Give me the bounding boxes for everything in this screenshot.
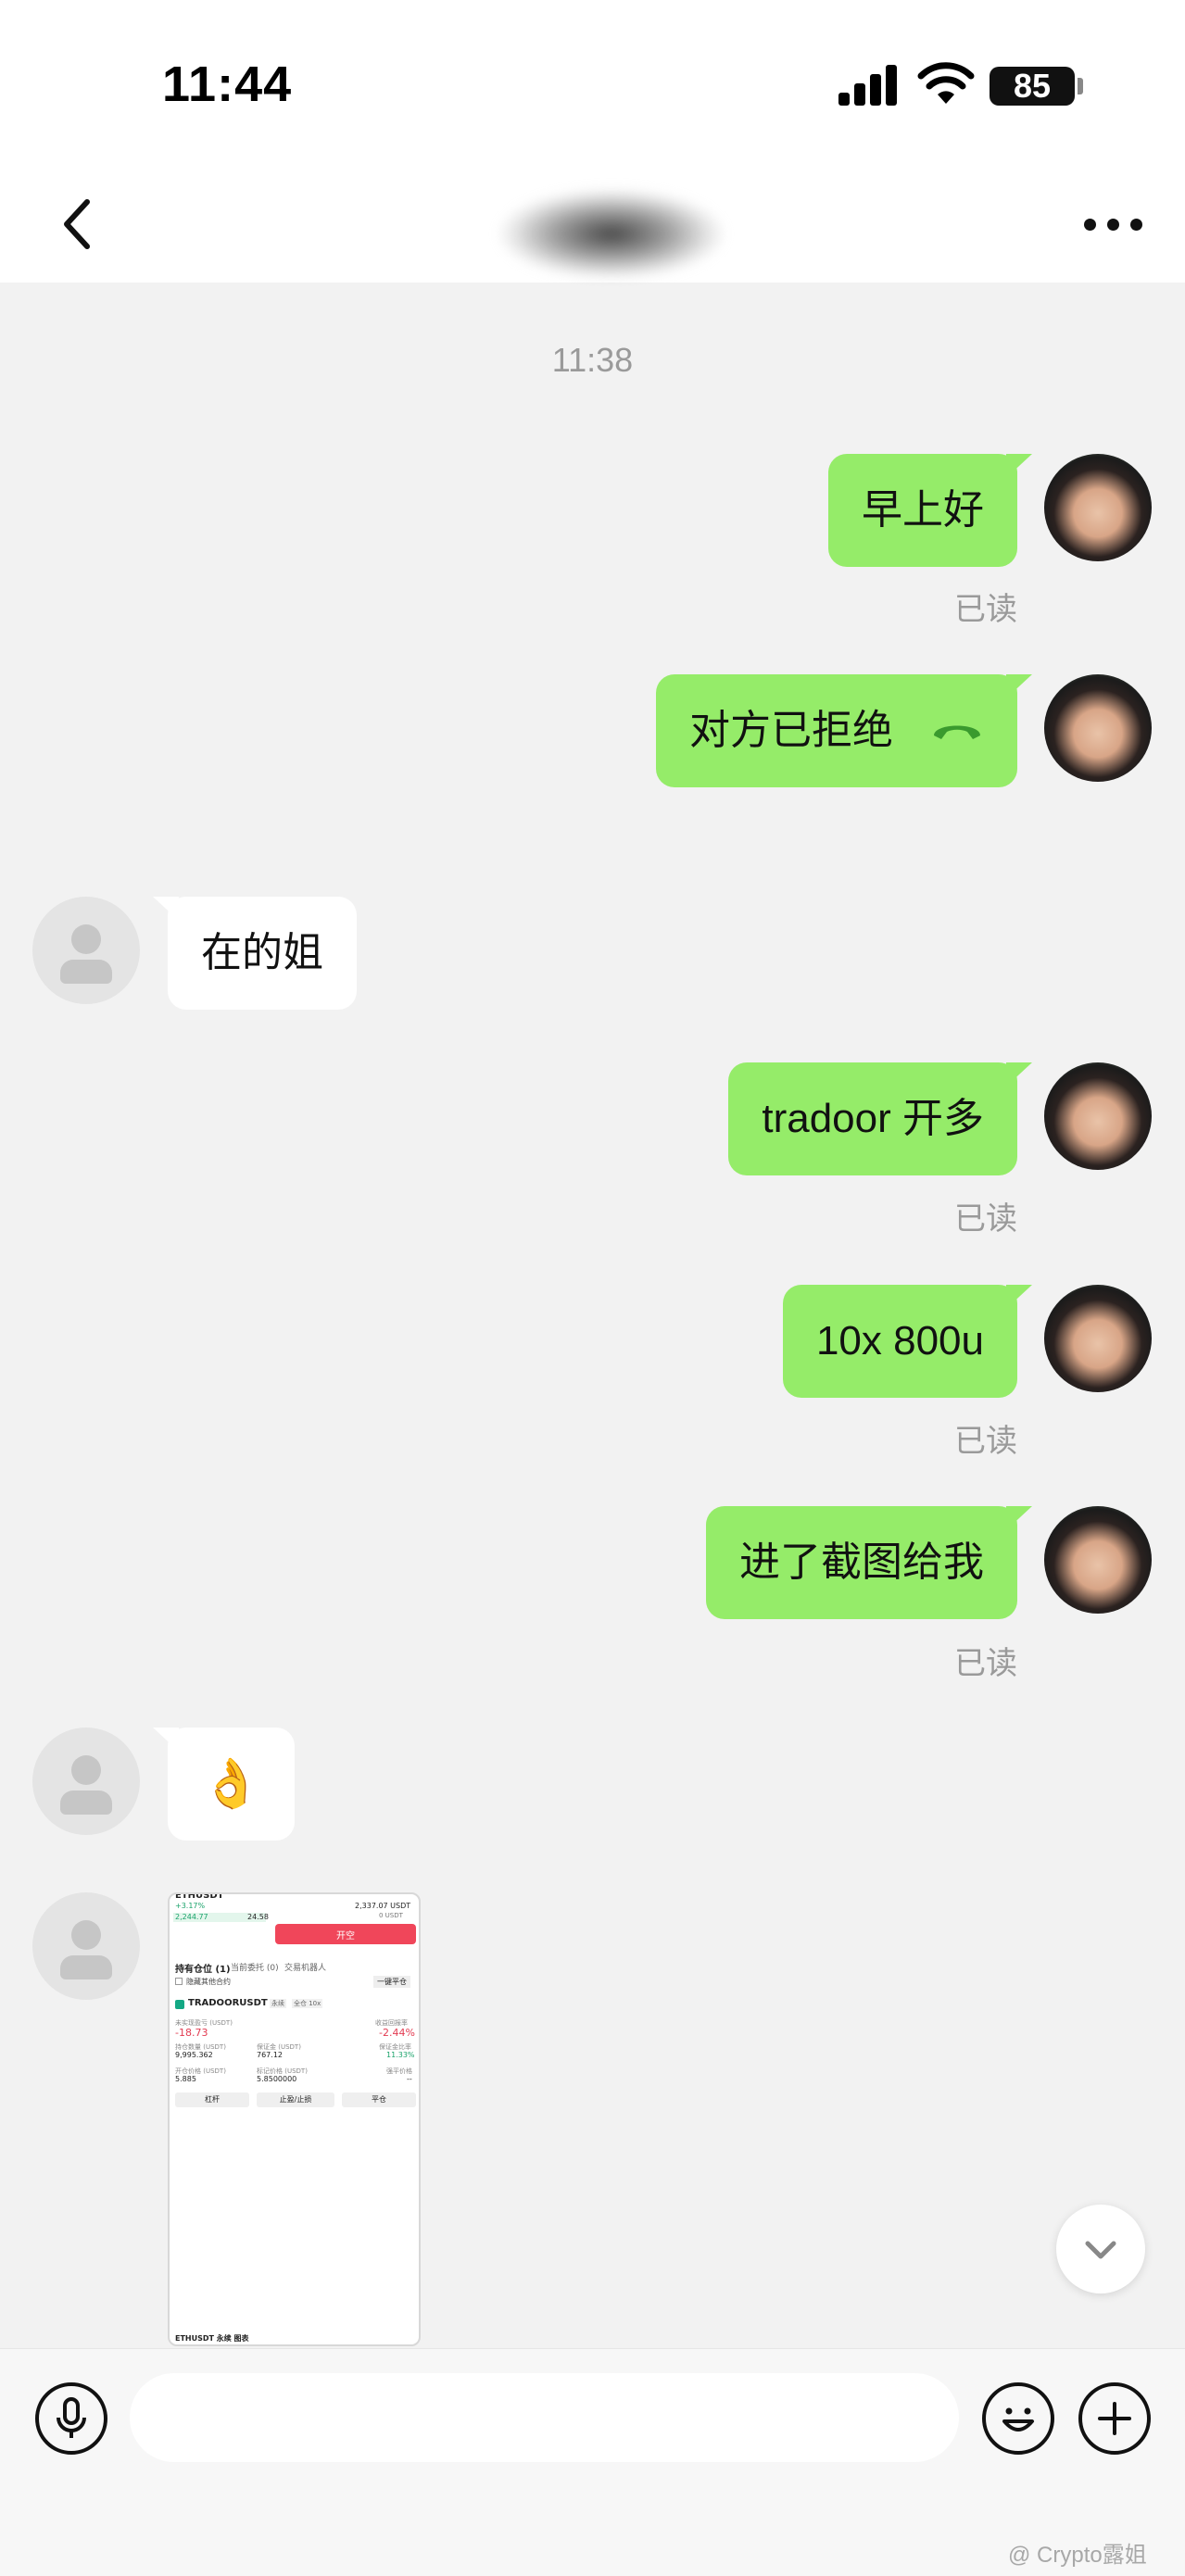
- message-bubble-received[interactable]: 在的姐: [153, 897, 357, 1010]
- my-avatar[interactable]: [1044, 1285, 1152, 1392]
- message-bubble-sent[interactable]: tradoor 开多: [728, 1062, 1032, 1175]
- image-message-trading-screenshot[interactable]: ETHUSDT +3.17% 2,244.77 24.58 2,337.07 U…: [168, 1892, 421, 2346]
- back-chevron-icon[interactable]: [57, 196, 95, 252]
- shot-change: +3.17%: [175, 1902, 206, 1910]
- message-input[interactable]: [130, 2373, 959, 2462]
- chat-timestamp: 11:38: [551, 341, 634, 379]
- emoji-message-bubble[interactable]: 👌: [153, 1728, 295, 1841]
- my-avatar[interactable]: [1044, 674, 1152, 782]
- read-receipt: 已读: [954, 1646, 1017, 1681]
- shot-close-all: 一键平仓: [373, 1976, 410, 1988]
- shot-footer: ETHUSDT 永续 图表: [175, 2334, 249, 2343]
- cellular-signal-icon: [838, 65, 898, 106]
- contact-avatar[interactable]: [32, 897, 140, 1004]
- shot-btn-close: 平仓: [342, 2092, 416, 2107]
- shot-size: 9,995.362: [175, 2051, 213, 2059]
- message-bubble-sent[interactable]: 10x 800u: [782, 1285, 1033, 1398]
- shot-tab-bots: 交易机器人: [284, 1964, 327, 1973]
- contact-avatar[interactable]: [32, 1728, 140, 1835]
- battery-cap: [1078, 78, 1083, 94]
- my-avatar[interactable]: [1044, 454, 1152, 561]
- shot-pair: ETHUSDT: [175, 1892, 224, 1901]
- read-receipt: 已读: [954, 1201, 1017, 1237]
- shot-tag-leverage: 全仓 10x: [292, 1999, 323, 2008]
- shot-open-short-button: 开空: [336, 1931, 355, 1941]
- shot-tag-perp: 永续: [270, 1999, 286, 2008]
- shot-margin-ratio: 11.33%: [386, 2051, 415, 2059]
- more-actions-button[interactable]: [1078, 2382, 1151, 2455]
- status-time: 11:44: [162, 57, 293, 112]
- shot-filter: 隐藏其他合约: [186, 1978, 231, 1986]
- shot-tab-orders: 当前委托 (0): [231, 1964, 279, 1973]
- shot-btn-tpsl: 止盈/止损: [257, 2092, 334, 2107]
- shot-pnl: -18.73: [175, 2027, 208, 2039]
- my-avatar[interactable]: [1044, 1506, 1152, 1614]
- my-avatar[interactable]: [1044, 1062, 1152, 1170]
- scroll-to-bottom-button[interactable]: [1056, 2205, 1145, 2293]
- emoji-button[interactable]: [982, 2382, 1054, 2455]
- shot-price-b: 24.58: [247, 1913, 269, 1921]
- contact-avatar[interactable]: [32, 1892, 140, 2000]
- shot-symbol: TRADOORUSDT: [188, 1998, 268, 2008]
- call-declined-bubble[interactable]: 对方已拒绝: [656, 674, 1032, 787]
- more-options-icon[interactable]: [1084, 219, 1143, 232]
- contact-name-redacted: [500, 190, 723, 278]
- wifi-icon: [917, 62, 975, 104]
- shot-entry: 5.885: [175, 2075, 196, 2083]
- watermark: @ Crypto露姐: [1008, 2543, 1147, 2568]
- plus-icon: [1098, 2402, 1131, 2435]
- shot-roe: -2.44%: [379, 2027, 415, 2039]
- smiley-face-icon: [1002, 2407, 1034, 2431]
- shot-btn-leverage: 杠杆: [175, 2092, 249, 2107]
- shot-margin: 767.12: [257, 2051, 283, 2059]
- read-receipt: 已读: [954, 1424, 1017, 1459]
- chevron-down-icon: [1085, 2241, 1116, 2259]
- shot-price: 2,244.77: [175, 1913, 208, 1921]
- shot-usdt: 0 USDT: [379, 1912, 403, 1919]
- shot-balance: 2,337.07 USDT: [355, 1902, 411, 1910]
- read-receipt: 已读: [954, 592, 1017, 627]
- shot-liq: --: [407, 2075, 412, 2083]
- microphone-icon: [57, 2397, 86, 2438]
- message-bubble-sent[interactable]: 早上好: [828, 454, 1032, 567]
- shot-tab-positions: 持有仓位 (1): [175, 1965, 231, 1975]
- shot-mark: 5.8500000: [257, 2075, 297, 2083]
- voice-input-button[interactable]: [35, 2382, 107, 2455]
- phone-hangup-icon: [934, 725, 980, 740]
- battery-indicator: 85: [990, 67, 1075, 106]
- call-declined-text: 对方已拒绝: [689, 708, 893, 753]
- message-bubble-sent[interactable]: 进了截图给我: [706, 1506, 1032, 1619]
